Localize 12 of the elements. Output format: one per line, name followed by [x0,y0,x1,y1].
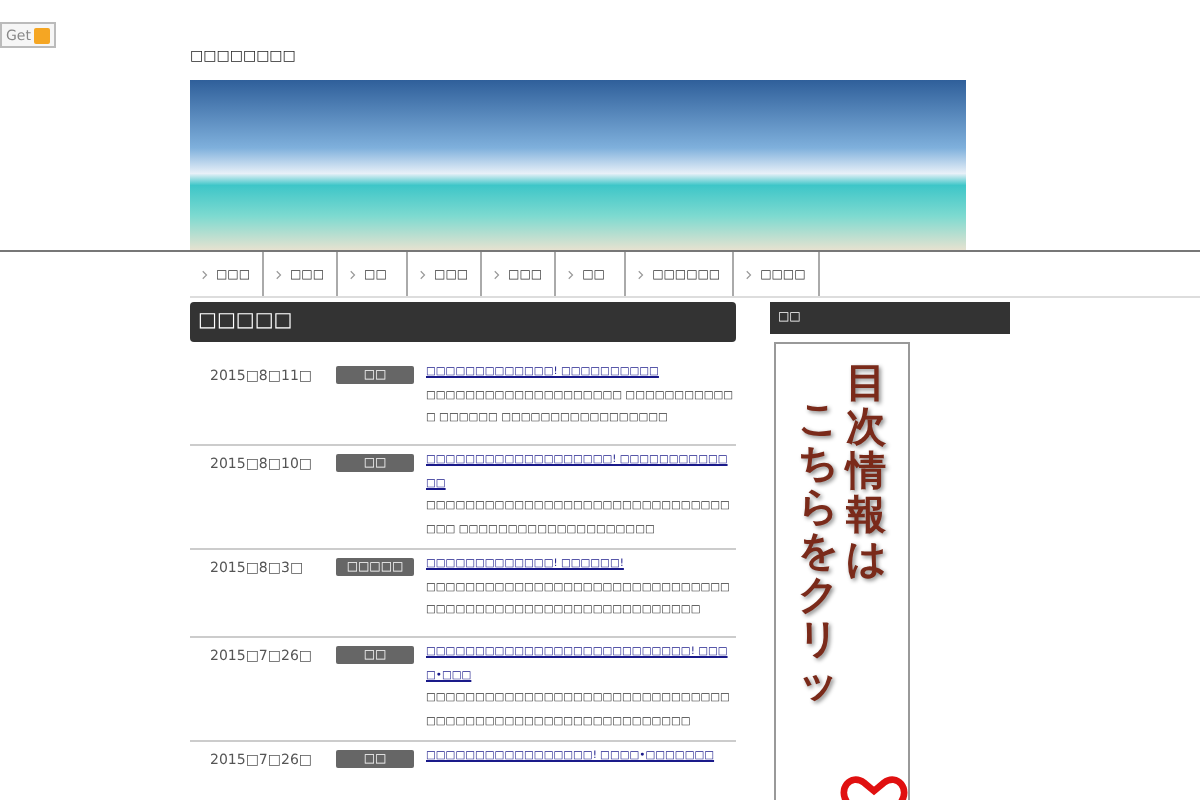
banner-text: こちらをクリッ [798,396,838,704]
feed-icon [34,27,51,43]
section-heading: □□□□□ [190,302,736,342]
chevron-icon [202,269,208,279]
chevron-icon [276,269,283,279]
chevron-icon [746,269,753,279]
chevron-icon [494,269,501,279]
chevron-icon [568,269,575,279]
chevron-icon [638,269,645,279]
banner-text: 目次情報は [846,360,886,580]
chevron-icon [420,269,427,279]
chevron-icon [350,269,357,279]
